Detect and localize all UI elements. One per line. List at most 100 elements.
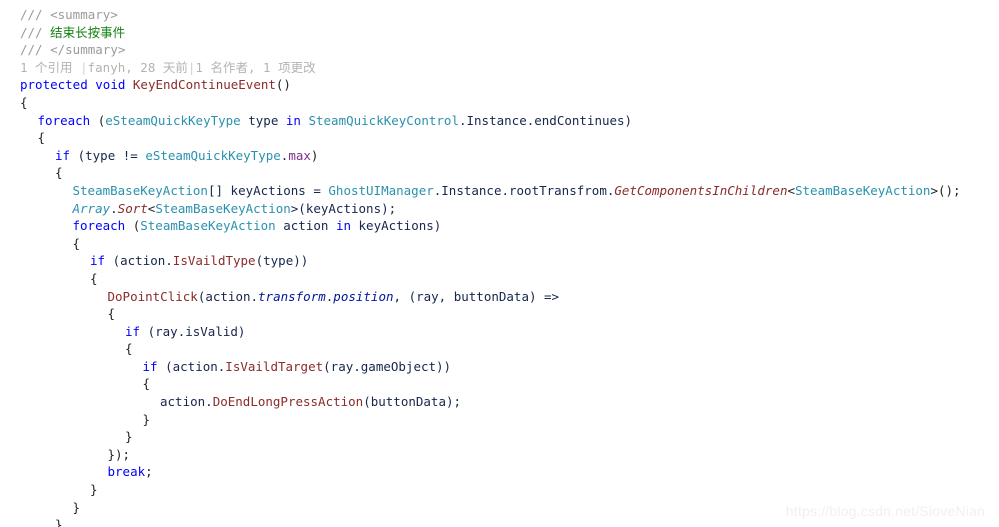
code-token-keyword: if bbox=[142, 358, 158, 374]
code-token-type-i: Array bbox=[72, 200, 111, 216]
code-line[interactable]: { bbox=[0, 94, 999, 112]
code-token-type: eSteamQuickKeyType bbox=[145, 147, 281, 163]
code-token-ident: (buttonData); bbox=[363, 394, 462, 410]
code-token-ident: keyActions) bbox=[351, 218, 442, 234]
code-surface[interactable]: /// <summary>/// 结束长按事件/// </summary> 1 个… bbox=[0, 6, 999, 527]
code-token-keyword: foreach bbox=[37, 112, 91, 128]
code-token-comment: </summary> bbox=[50, 42, 126, 58]
code-token-comment-cn: 结束长按事件 bbox=[50, 24, 126, 40]
code-token-type: SteamBaseKeyAction bbox=[795, 182, 931, 198]
code-token-ident: .Instance.endContinues) bbox=[458, 112, 633, 128]
code-token-prop: position bbox=[333, 288, 394, 304]
code-token-punct: { bbox=[37, 130, 46, 146]
code-token-keyword: if bbox=[125, 323, 141, 339]
code-token-punct: () bbox=[275, 77, 291, 93]
code-token-type: eSteamQuickKeyType bbox=[105, 112, 241, 128]
code-token-punct: { bbox=[125, 341, 133, 357]
site-watermark: https://blog.csdn.net/SioveNian bbox=[785, 503, 985, 520]
code-token-type: SteamBaseKeyAction bbox=[155, 200, 291, 216]
code-token-ident: (type != bbox=[70, 147, 146, 163]
code-token-ident: (ray.gameObject)) bbox=[323, 358, 452, 374]
code-token-punct: { bbox=[107, 306, 116, 322]
code-line[interactable]: } bbox=[0, 481, 999, 499]
code-line[interactable]: break; bbox=[0, 463, 999, 481]
code-token-method: KeyEndContinueEvent bbox=[132, 77, 276, 93]
code-token-method-i: Sort bbox=[117, 200, 148, 216]
codelens-separator: | bbox=[72, 59, 88, 75]
code-token-punct: }); bbox=[107, 446, 131, 462]
code-token-ident: action. bbox=[160, 394, 213, 410]
code-token-ident: action bbox=[275, 218, 336, 234]
code-token-keyword: protected bbox=[20, 77, 88, 93]
code-token-comment: /// bbox=[20, 42, 51, 58]
code-token-keyword: void bbox=[95, 77, 126, 93]
code-token-type: SteamQuickKeyControl bbox=[308, 112, 459, 128]
code-token-keyword: in bbox=[285, 112, 301, 128]
code-line[interactable]: protected void KeyEndContinueEvent() bbox=[0, 76, 999, 94]
code-token-punct: } bbox=[142, 411, 151, 427]
code-token-keyword: break bbox=[107, 464, 146, 480]
code-token-punct: } bbox=[125, 429, 133, 445]
code-line[interactable]: Array.Sort<SteamBaseKeyAction>(keyAction… bbox=[0, 200, 999, 218]
code-token-ident: >(keyActions); bbox=[290, 200, 397, 216]
code-line[interactable]: { bbox=[0, 235, 999, 253]
code-line[interactable]: { bbox=[0, 164, 999, 182]
code-token-ident: , (ray, buttonData) => bbox=[393, 288, 560, 304]
code-line[interactable]: /// 结束长按事件 bbox=[0, 24, 999, 42]
code-token-ident: [] keyActions = bbox=[207, 182, 329, 198]
code-token-keyword: if bbox=[55, 147, 71, 163]
code-token-method: DoEndLongPressAction bbox=[212, 394, 364, 410]
code-line[interactable]: } bbox=[0, 428, 999, 446]
code-token-keyword: if bbox=[90, 253, 106, 269]
code-line[interactable]: /// </summary> bbox=[0, 41, 999, 59]
code-line[interactable]: DoPointClick(action.transform.position, … bbox=[0, 288, 999, 306]
code-token-comment: /// bbox=[20, 7, 51, 22]
code-token-method-i: GetComponentsInChildren bbox=[614, 182, 788, 198]
code-token-keyword: in bbox=[335, 218, 351, 234]
codelens-references[interactable]: 1 个引用 bbox=[20, 60, 73, 75]
code-line[interactable]: SteamBaseKeyAction[] keyActions = GhostU… bbox=[0, 182, 999, 200]
codelens-bar[interactable]: 1 个引用 |fanyh, 28 天前|1 名作者, 1 项更改 bbox=[0, 59, 999, 77]
code-token-comment: /// bbox=[20, 24, 51, 40]
code-token-punct: } bbox=[72, 499, 81, 515]
code-line[interactable]: /// <summary> bbox=[0, 6, 999, 24]
code-line[interactable]: if (type != eSteamQuickKeyType.max) bbox=[0, 147, 999, 165]
codelens-authors-summary[interactable]: 1 名作者, 1 项更改 bbox=[195, 60, 315, 75]
code-token-prop: transform bbox=[258, 288, 326, 304]
code-line[interactable]: action.DoEndLongPressAction(buttonData); bbox=[0, 393, 999, 411]
code-line[interactable]: { bbox=[0, 129, 999, 147]
code-token-punct: { bbox=[142, 376, 151, 392]
code-line[interactable]: if (action.IsVaildType(type)) bbox=[0, 252, 999, 270]
code-line[interactable]: if (action.IsVaildTarget(ray.gameObject)… bbox=[0, 358, 999, 376]
code-token-ident: (ray.isValid) bbox=[140, 323, 246, 339]
code-token-punct: { bbox=[20, 94, 28, 110]
code-token-type: SteamBaseKeyAction bbox=[140, 218, 276, 234]
code-token-punct: { bbox=[72, 235, 81, 251]
code-token-comment: <summary> bbox=[50, 7, 118, 22]
code-editor[interactable]: /// <summary>/// 结束长按事件/// </summary> 1 个… bbox=[0, 0, 999, 527]
code-token-ident: (action. bbox=[105, 253, 173, 269]
code-token-ident: (action. bbox=[157, 358, 226, 374]
code-token-punct: ) bbox=[310, 147, 319, 163]
code-line[interactable]: { bbox=[0, 375, 999, 393]
code-line[interactable]: if (ray.isValid) bbox=[0, 323, 999, 341]
code-token-punct: >(); bbox=[930, 182, 961, 198]
code-line[interactable]: { bbox=[0, 270, 999, 288]
code-line[interactable]: foreach (eSteamQuickKeyType type in Stea… bbox=[0, 112, 999, 130]
codelens-author-change[interactable]: fanyh, 28 天前 bbox=[88, 60, 188, 75]
code-token-type: SteamBaseKeyAction bbox=[72, 182, 208, 198]
code-token-ident: (action. bbox=[197, 288, 259, 304]
code-token-method: IsVaildType bbox=[172, 253, 256, 269]
code-token-punct: { bbox=[55, 165, 63, 181]
code-token-type: GhostUIManager bbox=[328, 182, 434, 198]
code-token-punct: } bbox=[55, 517, 63, 527]
code-line[interactable]: } bbox=[0, 411, 999, 429]
code-line[interactable]: { bbox=[0, 340, 999, 358]
code-token-punct: ; bbox=[145, 464, 153, 480]
code-line[interactable]: { bbox=[0, 305, 999, 323]
code-token-keyword: foreach bbox=[72, 218, 126, 234]
code-line[interactable]: foreach (SteamBaseKeyAction action in ke… bbox=[0, 217, 999, 235]
code-line[interactable]: }); bbox=[0, 446, 999, 464]
code-token-ident: type bbox=[240, 112, 286, 128]
